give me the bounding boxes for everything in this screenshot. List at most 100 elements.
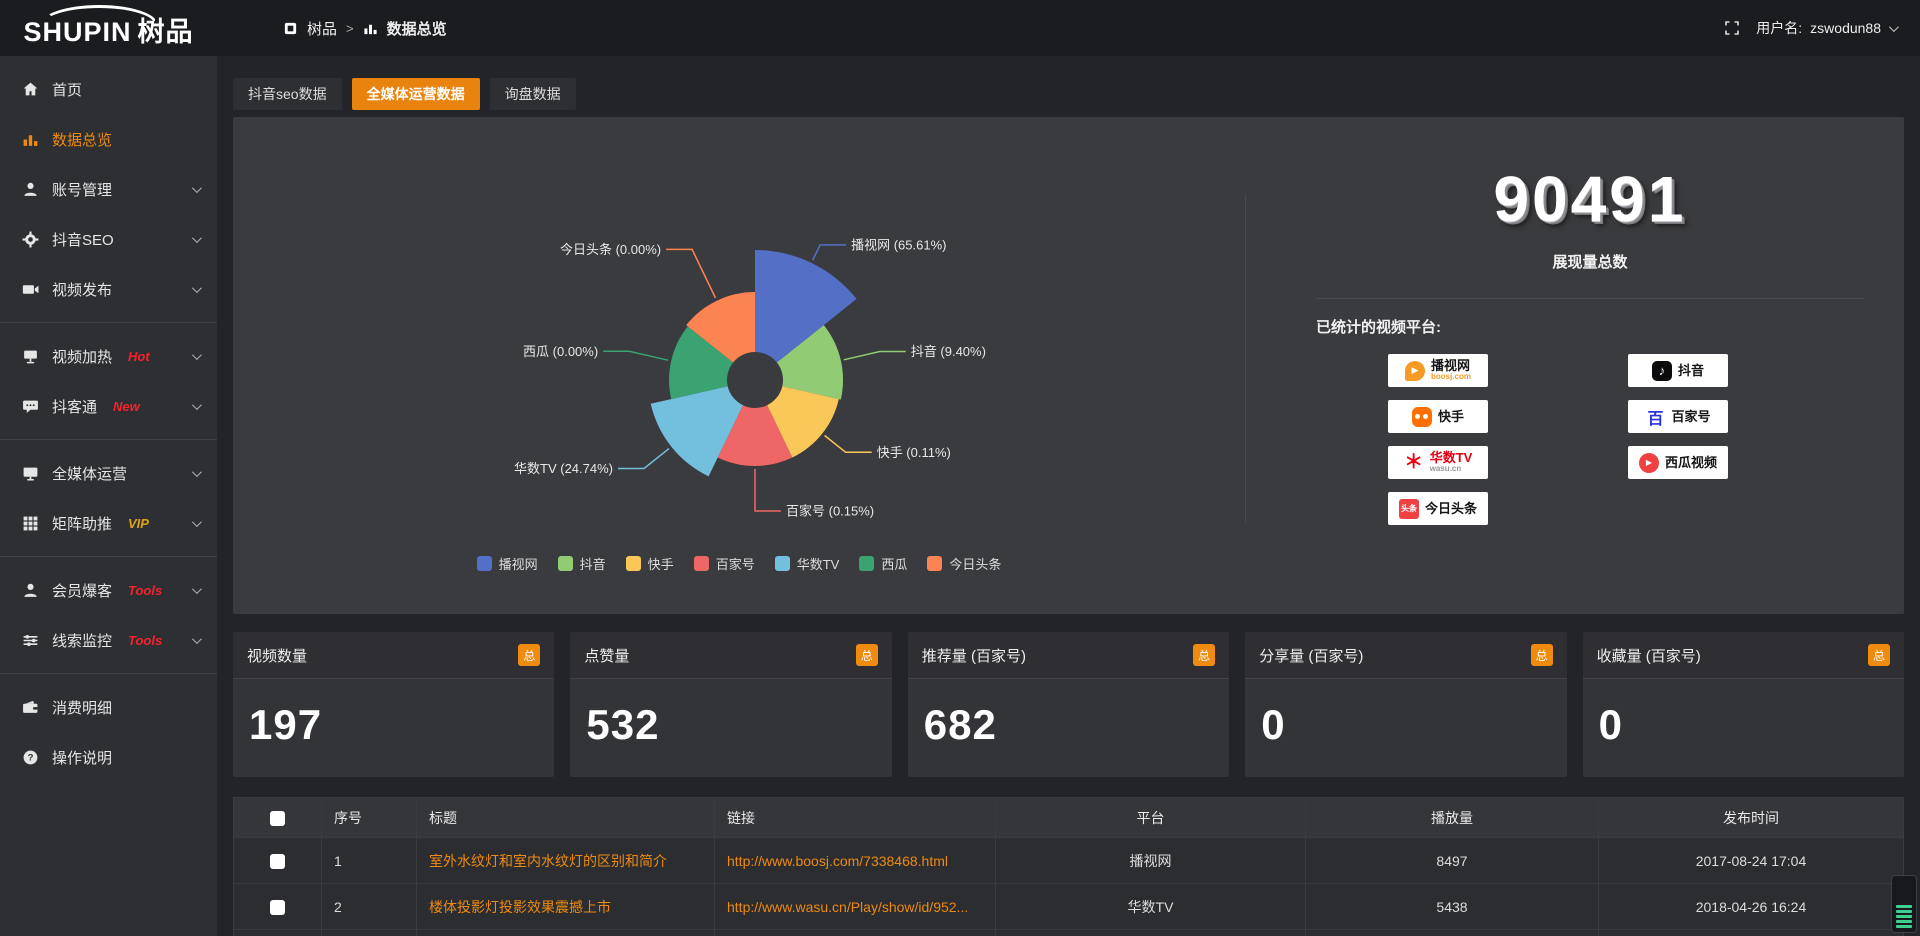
legend-item-kuaishou[interactable]: 快手 xyxy=(626,554,674,573)
platform-badge-baijiahao: 百百家号 xyxy=(1628,400,1728,433)
sidebar-item-video-heat[interactable]: 视频加热Hot xyxy=(0,331,217,381)
sidebar-item-label: 抖音SEO xyxy=(52,229,114,250)
tab-media-operation-data[interactable]: 全媒体运营数据 xyxy=(352,78,480,110)
platform-name: 播视网boosj.com xyxy=(1431,359,1471,381)
sidebar-item-matrix-boost[interactable]: 矩阵助推VIP xyxy=(0,498,217,548)
legend-item-douyin[interactable]: 抖音 xyxy=(558,554,606,573)
pie-label-boshiwang: 播视网 (65.61%) xyxy=(851,237,946,252)
legend-label: 抖音 xyxy=(580,554,606,573)
pie-label-line-kuaishou xyxy=(825,436,872,453)
legend-marker xyxy=(626,556,641,571)
cell-views: 8497 xyxy=(1306,838,1599,884)
row-select-cell xyxy=(234,838,322,884)
sidebar-divider xyxy=(0,673,217,674)
fullscreen-icon[interactable] xyxy=(1724,20,1740,36)
videos-table: 序号标题链接平台播放量发布时间1室外水纹灯和室内水纹灯的区别和简介http://… xyxy=(233,797,1904,936)
sidebar-item-label: 抖客通 xyxy=(52,396,97,417)
breadcrumb-current[interactable]: 数据总览 xyxy=(387,18,447,39)
legend-label: 百家号 xyxy=(716,554,755,573)
logo-arc xyxy=(40,5,158,25)
kuaishou-logo-icon xyxy=(1412,407,1432,427)
column-header: 平台 xyxy=(996,798,1306,838)
sidebar-divider xyxy=(0,556,217,557)
legend-marker xyxy=(558,556,573,571)
cell-platform: 播视网 xyxy=(996,838,1306,884)
sidebar-item-label: 全媒体运营 xyxy=(52,463,127,484)
column-header: 发布时间 xyxy=(1599,798,1904,838)
wasu-logo-icon: ＊ xyxy=(1404,453,1424,473)
total-badge: 总 xyxy=(856,644,878,666)
select-all-checkbox[interactable] xyxy=(270,811,285,826)
legend-item-boshiwang[interactable]: 播视网 xyxy=(477,554,538,573)
sidebar-item-member-baoke[interactable]: 会员爆客Tools xyxy=(0,565,217,615)
breadcrumb-root[interactable]: 树品 xyxy=(307,18,337,39)
cell-link[interactable]: http://www.boosj.com/7338468.html xyxy=(715,838,996,884)
legend-item-baijiahao[interactable]: 百家号 xyxy=(694,554,755,573)
cell-no: 1 xyxy=(322,838,417,884)
breadcrumb: 树品 > 数据总览 xyxy=(283,18,447,39)
row-checkbox[interactable] xyxy=(270,854,285,869)
platform-badge-toutiao: 头条今日头条 xyxy=(1388,492,1488,525)
pie-label-line-toutiao xyxy=(666,249,715,298)
card-label: 推荐量 (百家号) xyxy=(922,645,1026,666)
sidebar-divider xyxy=(0,439,217,440)
user-menu[interactable]: 用户名: zswodun88 xyxy=(1756,18,1896,38)
tab-douyin-seo-data[interactable]: 抖音seo数据 xyxy=(233,78,342,110)
sidebar-item-home[interactable]: 首页 xyxy=(0,64,217,114)
total-impressions-value: 90491 xyxy=(1316,167,1864,231)
pie-label-washutv: 华数TV (24.74%) xyxy=(514,461,613,476)
sidebar-item-video-publish[interactable]: 视频发布 xyxy=(0,264,217,314)
legend-item-xigua[interactable]: 西瓜 xyxy=(859,554,907,573)
sidebar-item-data-overview[interactable]: 数据总览 xyxy=(0,114,217,164)
cell-title[interactable]: 室外水纹灯和室内水纹灯的区别和简介 xyxy=(417,838,715,884)
platforms-grid: ▶播视网boosj.com♪抖音快手百百家号＊华数TVwasu.cn▶西瓜视频头… xyxy=(1388,354,1864,525)
app-logo[interactable]: SHUPIN树品 xyxy=(0,0,217,56)
sidebar-item-operation-guide[interactable]: ?操作说明 xyxy=(0,732,217,782)
row-select-cell xyxy=(234,930,322,936)
tab-inquiry-data[interactable]: 询盘数据 xyxy=(490,78,576,110)
cell-link[interactable]: http://www.wasu.cn/Play/show/id/952... xyxy=(715,884,996,930)
sidebar-item-consumption-detail[interactable]: 消费明细 xyxy=(0,682,217,732)
pie-label-baijiahao: 百家号 (0.15%) xyxy=(786,504,874,519)
sidebar-item-douyin-seo[interactable]: 抖音SEO xyxy=(0,214,217,264)
username: zswodun88 xyxy=(1810,20,1881,36)
sidebar-item-label: 首页 xyxy=(52,79,82,100)
chevron-down-icon xyxy=(192,400,202,410)
stat-card-favorite-count: 收藏量 (百家号)总0 xyxy=(1583,632,1904,777)
legend-item-washutv[interactable]: 华数TV xyxy=(775,554,840,573)
sidebar-item-media-operation[interactable]: 全媒体运营 xyxy=(0,448,217,498)
legend-item-toutiao[interactable]: 今日头条 xyxy=(927,554,1001,573)
sidebar-item-account-manage[interactable]: 账号管理 xyxy=(0,164,217,214)
sidebar-item-clue-monitor[interactable]: 线索监控Tools xyxy=(0,615,217,665)
pie-label-line-washutv xyxy=(618,449,669,469)
chart-icon xyxy=(22,131,39,148)
summary-panel: 90491 展现量总数 已统计的视频平台: ▶播视网boosj.com♪抖音快手… xyxy=(1246,117,1904,614)
cell-title[interactable]: 楼体投影灯投影效果震撼上市 xyxy=(417,884,715,930)
total-badge: 总 xyxy=(1868,644,1890,666)
table-row-partial xyxy=(234,930,1904,936)
card-value: 682 xyxy=(908,679,1229,749)
chevron-down-icon xyxy=(192,283,202,293)
breadcrumb-root-icon xyxy=(283,21,298,36)
baijiahao-logo-icon: 百 xyxy=(1645,405,1665,429)
legend-label: 播视网 xyxy=(499,554,538,573)
sidebar-item-douketong[interactable]: 抖客通New xyxy=(0,381,217,431)
chat-icon xyxy=(22,398,39,415)
chart-panel: 播视网 (65.61%)抖音 (9.40%)快手 (0.11%)百家号 (0.1… xyxy=(233,117,1904,614)
video-icon xyxy=(22,281,39,298)
sidebar-item-label: 视频发布 xyxy=(52,279,112,300)
platform-name: 抖音 xyxy=(1678,364,1704,378)
row-select-cell xyxy=(234,884,322,930)
pie-slice-washutv[interactable] xyxy=(651,386,743,476)
cell-time: 2018-04-26 16:24 xyxy=(1599,884,1904,930)
chevron-down-icon xyxy=(1889,22,1899,32)
platform-subtitle: boosj.com xyxy=(1431,373,1471,381)
stat-card-video-count: 视频数量总197 xyxy=(233,632,554,777)
row-checkbox[interactable] xyxy=(270,900,285,915)
pie-label-line-baijiahao xyxy=(755,469,781,511)
floating-widget[interactable] xyxy=(1891,875,1917,933)
table-panel: 序号标题链接平台播放量发布时间1室外水纹灯和室内水纹灯的区别和简介http://… xyxy=(233,797,1904,936)
platform-badge-xigua: ▶西瓜视频 xyxy=(1628,446,1728,479)
legend-label: 华数TV xyxy=(797,554,840,573)
stat-card-like-count: 点赞量总532 xyxy=(570,632,891,777)
